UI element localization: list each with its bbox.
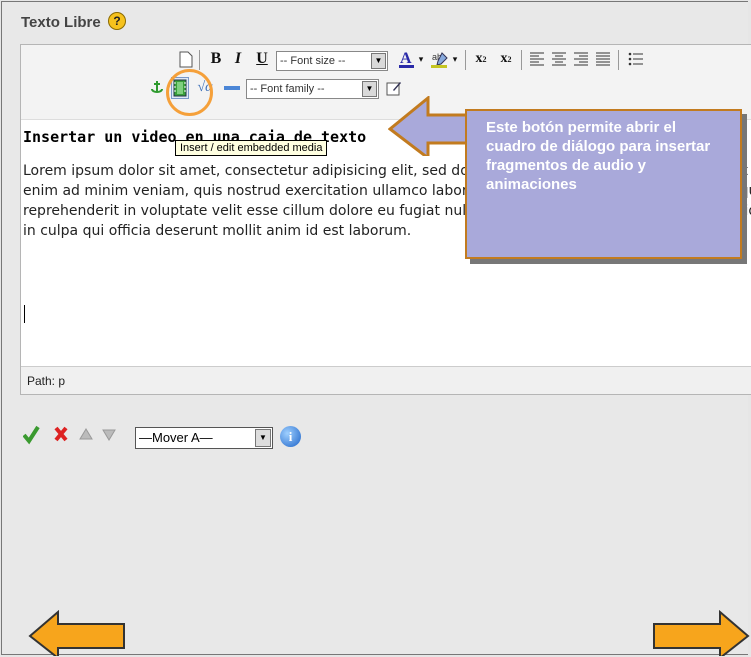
callout-arrow-icon [388, 96, 473, 156]
underline-button[interactable]: U [253, 49, 271, 69]
chevron-down-icon[interactable]: ▼ [362, 81, 377, 97]
highlight-circle [166, 69, 213, 116]
arrow-left-icon[interactable] [28, 610, 128, 656]
horizontal-rule-icon[interactable] [222, 78, 242, 98]
align-right-icon[interactable] [572, 49, 590, 69]
toolbar-separator [521, 50, 522, 70]
move-up-icon[interactable] [79, 428, 93, 440]
font-size-value: -- Font size -- [280, 55, 346, 67]
info-icon[interactable]: i [280, 426, 301, 447]
status-path: Path: p [27, 374, 66, 388]
editor-toolbar: B I U -- Font size -- ▼ A ▾ ab ▾ x2 x2 √… [21, 45, 751, 119]
move-to-select[interactable]: —Mover A— ▼ [135, 427, 273, 449]
toolbar-separator [618, 50, 619, 70]
chevron-down-icon[interactable]: ▼ [371, 53, 386, 69]
font-family-select[interactable]: -- Font family -- ▼ [246, 79, 379, 99]
chevron-down-icon[interactable]: ▼ [255, 429, 271, 447]
chevron-down-icon[interactable]: ▾ [417, 53, 425, 65]
italic-button[interactable]: I [229, 49, 247, 69]
callout-text: Este botón permite abrir el cuadro de di… [486, 119, 711, 193]
align-center-icon[interactable] [550, 49, 568, 69]
chevron-down-icon[interactable]: ▾ [451, 53, 459, 65]
check-icon[interactable] [23, 425, 40, 445]
highlight-color-icon[interactable]: ab [430, 49, 450, 69]
help-icon[interactable]: ? [108, 12, 126, 30]
toolbar-separator [465, 50, 466, 70]
move-to-value: —Mover A— [139, 430, 213, 445]
move-down-icon[interactable] [102, 429, 116, 441]
item-controls [23, 425, 116, 445]
text-color-icon[interactable]: A [398, 49, 416, 69]
edit-style-icon[interactable] [385, 78, 403, 98]
font-size-select[interactable]: -- Font size -- ▼ [276, 51, 388, 71]
new-document-icon[interactable] [178, 49, 194, 69]
font-family-value: -- Font family -- [250, 83, 325, 95]
text-caret [24, 305, 25, 323]
superscript-icon[interactable]: x2 [497, 49, 515, 69]
bold-button[interactable]: B [207, 49, 225, 69]
anchor-icon[interactable] [148, 78, 166, 98]
toolbar-separator [199, 50, 200, 70]
page-title: Texto Libre [21, 14, 101, 31]
align-left-icon[interactable] [528, 49, 546, 69]
tooltip: Insert / edit embedded media [175, 140, 328, 156]
subscript-icon[interactable]: x2 [472, 49, 490, 69]
arrow-right-icon[interactable] [650, 610, 750, 656]
svg-text:A: A [400, 50, 412, 67]
list-icon[interactable] [627, 49, 645, 69]
delete-icon[interactable] [54, 426, 68, 442]
align-justify-icon[interactable] [594, 49, 612, 69]
